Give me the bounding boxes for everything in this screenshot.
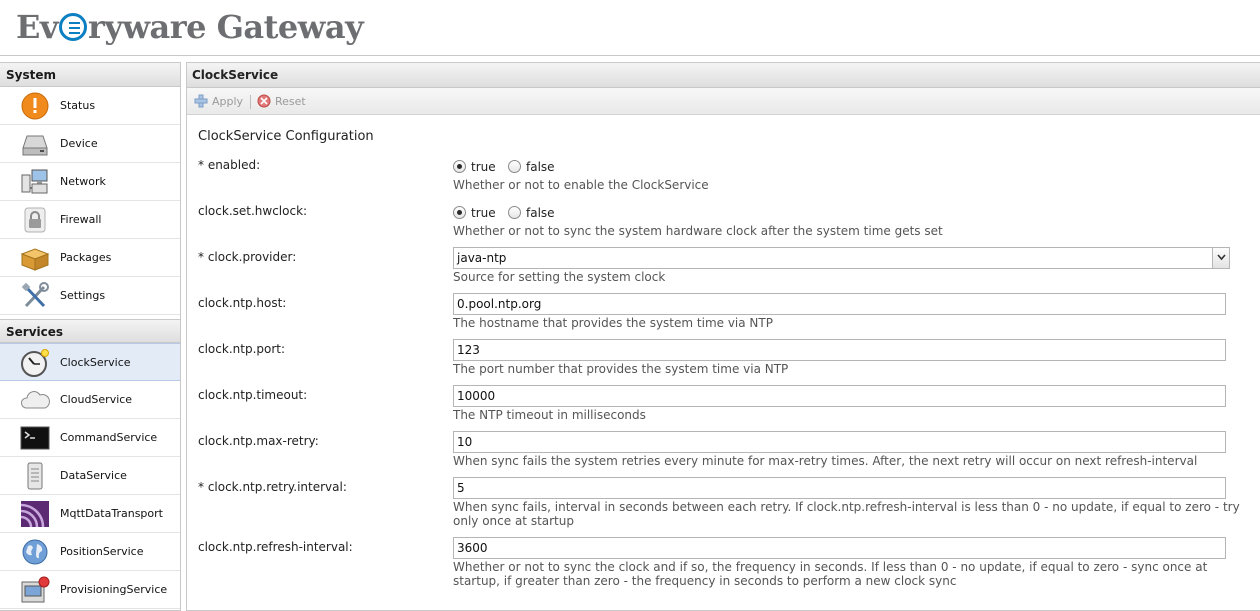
sidebar-item-label: MqttDataTransport [60,507,163,520]
ntp-host-label: clock.ntp.host: [198,296,287,310]
sidebar-group-system: System [0,63,180,87]
enabled-description: Whether or not to enable the ClockServic… [453,178,709,192]
hwclock-description: Whether or not to sync the system hardwa… [453,224,943,238]
network-icon [21,169,48,194]
ntp-port-input[interactable] [453,339,1226,361]
terminal-icon [20,426,50,450]
sidebar-group-services: Services [0,319,180,343]
sidebar-item-label: PositionService [60,545,144,558]
hwclock-true-radio[interactable] [453,206,466,219]
sidebar-item-label: Status [60,99,96,112]
hwclock-false-radio[interactable] [508,206,521,219]
sidebar-item-mqttdatatransport[interactable]: MqttDataTransport [0,495,180,533]
sidebar-item-settings[interactable]: Settings [0,277,180,315]
ntp-max-retry-description: When sync fails the system retries every… [453,454,1198,468]
ntp-port-label: clock.ntp.port: [198,342,286,356]
sidebar-item-cloudservice[interactable]: CloudService [0,381,180,419]
chevron-down-icon [1217,254,1226,261]
enabled-false-label: false [526,160,555,174]
cloud-icon [20,391,50,409]
provider-label: * clock.provider: [198,250,297,264]
sidebar-item-device[interactable]: Device [0,125,180,163]
sidebar-item-label: Firewall [60,213,102,226]
sidebar-item-label: ClockService [60,356,131,369]
sidebar-item-positionservice[interactable]: PositionService [0,533,180,571]
apply-button[interactable]: Apply [194,94,243,108]
hwclock-false-label: false [526,206,555,220]
section-title: ClockService Configuration [198,129,374,144]
sidebar-item-provisioningservice[interactable]: ProvisioningService [0,571,180,609]
enabled-label: * enabled: [198,158,261,172]
clock-icon [21,349,49,377]
provider-select[interactable]: java-ntp [453,247,1230,269]
sidebar-item-label: CloudService [60,393,133,406]
sidebar-item-commandservice[interactable]: CommandService [0,419,180,457]
enabled-true-radio[interactable] [453,160,466,173]
provider-description: Source for setting the system clock [453,270,666,284]
reset-label: Reset [275,95,306,108]
ntp-retry-interval-label: * clock.ntp.retry.interval: [198,480,347,494]
ntp-timeout-label: clock.ntp.timeout: [198,388,308,402]
ntp-refresh-interval-description: Whether or not to sync the clock and if … [453,560,1208,588]
toolbar: Apply Reset [187,88,1260,115]
sidebar-item-firewall[interactable]: Firewall [0,201,180,239]
lock-icon [24,207,46,233]
sidebar-item-label: Device [60,137,98,150]
hwclock-radio-group: true false [453,205,573,221]
hwclock-label: clock.set.hwclock: [198,204,308,218]
ntp-port-description: The port number that provides the system… [453,362,789,376]
ntp-max-retry-input[interactable] [453,431,1226,453]
sidebar-item-dataservice[interactable]: DataService [0,457,180,495]
ntp-host-description: The hostname that provides the system ti… [453,316,773,330]
sidebar-item-label: Network [60,175,106,188]
sidebar-item-label: Packages [60,251,112,264]
ntp-refresh-interval-label: clock.ntp.refresh-interval: [198,540,353,554]
sidebar-item-clockservice[interactable]: ClockService [0,343,180,381]
ntp-timeout-description: The NTP timeout in milliseconds [453,408,646,422]
sidebar-item-label: DataService [60,469,127,482]
provider-selected-value: java-ntp [457,251,507,265]
reset-icon [257,94,271,108]
hwclock-true-label: true [471,206,496,220]
app-logo: Ev ryware Gateway [16,8,364,46]
status-icon [21,92,49,120]
dropdown-arrow[interactable] [1212,248,1229,268]
sidebar-item-label: CommandService [60,431,158,444]
logo-mark-icon [58,13,87,41]
sidebar: System Status Device Network Firewall Pa… [0,62,181,611]
app-header: Ev ryware Gateway [0,0,1260,56]
ntp-retry-interval-input[interactable] [453,477,1226,499]
ntp-retry-interval-description: When sync fails, interval in seconds bet… [453,500,1240,528]
mqtt-icon [20,501,49,528]
ntp-max-retry-label: clock.ntp.max-retry: [198,434,319,448]
device-icon [22,135,48,156]
packages-icon [20,248,50,271]
enabled-false-radio[interactable] [508,160,521,173]
sidebar-item-label: Settings [60,289,106,302]
globe-icon [22,539,48,565]
ntp-refresh-interval-input[interactable] [453,537,1226,559]
sidebar-item-label: ProvisioningService [60,583,168,596]
plus-icon [194,94,208,108]
toolbar-divider [250,95,251,109]
reset-button[interactable]: Reset [257,94,306,108]
sidebar-item-network[interactable]: Network [0,163,180,201]
tools-icon [21,282,49,308]
main-panel: ClockService Apply Reset ClockService Co… [186,62,1260,611]
sidebar-item-status[interactable]: Status [0,87,180,125]
ntp-host-input[interactable] [453,293,1226,315]
apply-label: Apply [212,95,244,108]
page-title: ClockService [187,63,1260,88]
ntp-timeout-input[interactable] [453,385,1226,407]
enabled-radio-group: true false [453,159,573,175]
data-icon [27,462,43,490]
provisioning-icon [21,576,50,603]
sidebar-item-packages[interactable]: Packages [0,239,180,277]
enabled-true-label: true [471,160,496,174]
